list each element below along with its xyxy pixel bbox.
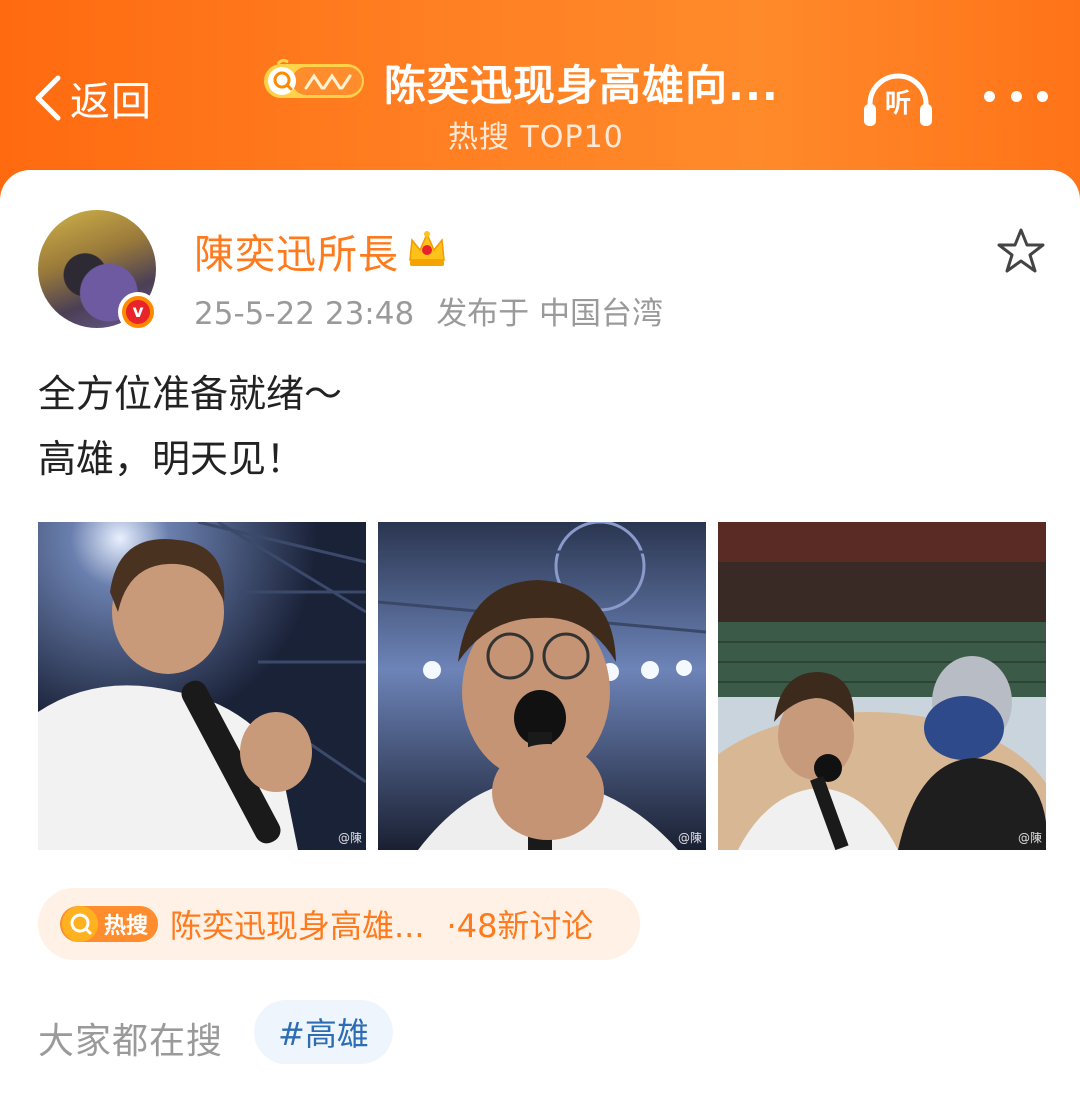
hot-search-logo-icon (264, 58, 364, 98)
post-photo[interactable]: @陳 (718, 522, 1046, 850)
listen-button[interactable]: 听 (862, 70, 934, 130)
back-chevron-icon (35, 75, 61, 121)
hot-search-badge-icon: 热搜 (60, 906, 158, 942)
post-meta: 25-5-22 23:48 发布于 中国台湾 (194, 288, 663, 333)
star-icon[interactable] (996, 226, 1046, 276)
back-button[interactable]: 返回 (30, 70, 152, 126)
title-area: 陈奕迅现身高雄向... 热搜 TOP10 (262, 50, 822, 160)
back-label: 返回 (70, 79, 152, 125)
post-line: 全方位准备就绪～ (38, 372, 343, 416)
author-name[interactable]: 陳奕迅所長 (194, 222, 399, 280)
related-search-label: 大家都在搜 (38, 1021, 224, 1062)
post-card: v 陳奕迅所長 25-5-22 23:48 发布于 中国台湾 全方位准备就绪～ 高… (0, 170, 1080, 1109)
page-title: 陈奕迅现身高雄向... (384, 61, 779, 110)
svg-text:热搜: 热搜 (104, 913, 149, 939)
photo-image (38, 522, 366, 850)
more-button[interactable] (984, 86, 1048, 106)
hot-topic-link[interactable]: 热搜 陈奕迅现身高雄... ·48新讨论 (38, 888, 640, 960)
page-subtitle: 热搜 TOP10 (448, 120, 624, 155)
crown-icon (409, 231, 445, 266)
photo-image (718, 522, 1046, 850)
post-photo[interactable]: @陳 (378, 522, 706, 850)
photo-image (378, 522, 706, 850)
verified-badge-icon: v (118, 292, 158, 332)
hot-topic-count: ·48新讨论 (446, 907, 594, 945)
post-line: 高雄，明天见！ (38, 437, 305, 481)
post-time: 25-5-22 23:48 (194, 296, 415, 332)
more-icon (984, 90, 995, 102)
photo-grid: @陳 @陳 @陳 (38, 522, 1046, 850)
hot-topic-name: 陈奕迅现身高雄... (170, 907, 425, 945)
related-tag[interactable]: #高雄 (254, 1000, 393, 1064)
photo-watermark: @陳 (1017, 831, 1042, 845)
photo-watermark: @陳 (337, 831, 362, 845)
post-location: 发布于 中国台湾 (436, 296, 664, 332)
photo-watermark: @陳 (677, 831, 702, 845)
post-text: 全方位准备就绪～ 高雄，明天见！ (38, 362, 342, 492)
post-photo[interactable]: @陳 (38, 522, 366, 850)
listen-label: 听 (884, 89, 911, 119)
